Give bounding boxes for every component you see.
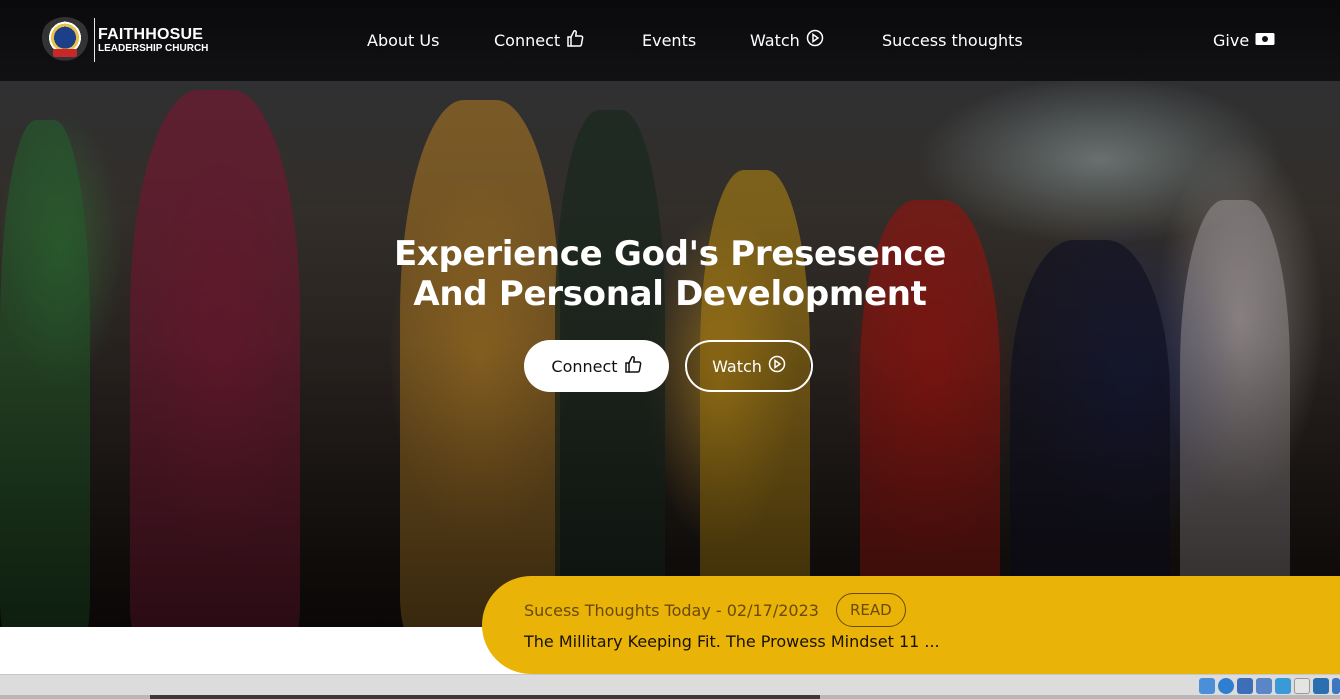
nav-success-thoughts-label: Success thoughts [882,30,1023,50]
play-circle-icon [806,29,824,51]
banner-date-text: Sucess Thoughts Today - 02/17/2023 [524,600,819,620]
display-icon[interactable] [1256,678,1272,694]
nav-about-us[interactable]: About Us [367,30,439,50]
money-icon [1255,31,1275,50]
hero-headline-line1: Experience God's Presesence [393,234,947,274]
status-bar-thumb [150,695,820,699]
nav-about-us-label: About Us [367,30,440,50]
nav-events[interactable]: Events [642,30,696,50]
hero-headline-line2: And Personal Development [413,274,927,314]
nav-events-label: Events [642,30,697,50]
logo-divider [94,18,95,62]
banner-post-title[interactable]: The Millitary Keeping Fit. The Prowess M… [524,632,940,651]
nav-connect-label: Connect [494,30,561,50]
success-thoughts-banner: Sucess Thoughts Today - 02/17/2023 READ … [482,576,1340,674]
pen-icon[interactable] [1275,678,1291,694]
usb-icon[interactable] [1237,678,1253,694]
drive-icon[interactable] [1332,678,1340,694]
nav-give[interactable]: Give [1213,30,1275,50]
connect-button[interactable]: Connect [524,340,669,392]
nav-watch-label: Watch [750,30,800,50]
connect-button-label: Connect [551,356,618,376]
church-emblem-icon [40,17,90,63]
nav-give-label: Give [1213,30,1250,50]
nav-success-thoughts[interactable]: Success thoughts [882,30,1023,50]
site-logo[interactable]: FAITHHOSUE LEADERSHIP CHURCH [40,17,208,63]
logo-text: FAITHHOSUE LEADERSHIP CHURCH [98,26,208,55]
play-circle-icon [768,355,786,377]
disc-icon[interactable] [1218,678,1234,694]
status-tray [1199,678,1340,694]
vm-status-bar [0,674,1340,699]
logo-name-line1: FAITHHOSUE [98,25,204,43]
watch-button[interactable]: Watch [685,340,813,392]
thumbs-up-icon [566,28,584,52]
window-icon[interactable] [1294,678,1310,694]
nav-watch[interactable]: Watch [750,29,824,51]
top-navbar: FAITHHOSUE LEADERSHIP CHURCH About Us Co… [0,0,1340,81]
nav-connect[interactable]: Connect [494,30,584,50]
monitor-icon[interactable] [1313,678,1329,694]
network-icon[interactable] [1199,678,1215,694]
hero-headline: Experience God's Presesence And Personal… [330,234,1010,314]
watch-button-label: Watch [712,356,762,376]
read-button[interactable]: READ [835,593,906,627]
logo-name-line2: LEADERSHIP CHURCH [98,42,209,54]
emblem-ribbon [53,49,77,57]
thumbs-up-icon [624,354,642,378]
banner-header: Sucess Thoughts Today - 02/17/2023 READ [524,593,906,627]
